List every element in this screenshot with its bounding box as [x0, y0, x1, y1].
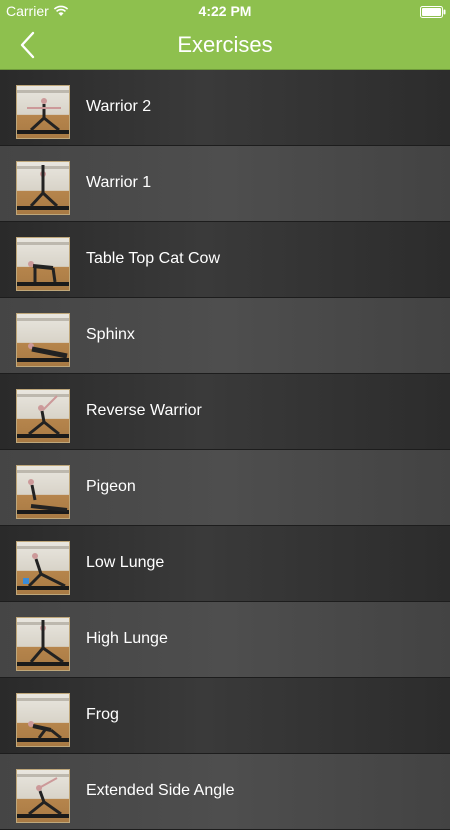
exercise-name: Low Lunge — [86, 554, 165, 571]
exercise-name: Sphinx — [86, 326, 135, 343]
exercise-row[interactable]: Frog — [0, 678, 450, 754]
exercise-row[interactable]: Extended Side Angle — [0, 754, 450, 830]
battery-icon — [420, 5, 446, 18]
exercise-row[interactable]: Pigeon — [0, 450, 450, 526]
exercise-row[interactable]: Low Lunge — [0, 526, 450, 602]
exercise-name: High Lunge — [86, 630, 168, 647]
exercise-thumbnail — [16, 237, 70, 291]
page-title: Exercises — [177, 32, 273, 57]
exercise-name: Warrior 1 — [86, 174, 152, 191]
exercise-thumbnail — [16, 313, 70, 367]
exercise-name: Extended Side Angle — [86, 782, 235, 799]
exercise-name: Warrior 2 — [86, 98, 152, 115]
exercise-row[interactable]: Sphinx — [0, 298, 450, 374]
exercise-thumbnail — [16, 389, 70, 443]
exercise-name: Pigeon — [86, 478, 136, 495]
exercise-row[interactable]: High Lunge — [0, 602, 450, 678]
exercise-list: Warrior 2 Warrior 1 Table Top Cat Cow Sphin… — [0, 70, 450, 830]
exercise-thumbnail — [16, 617, 70, 671]
exercise-row[interactable]: Warrior 2 — [0, 70, 450, 146]
exercise-row[interactable]: Table Top Cat Cow — [0, 222, 450, 298]
exercise-row[interactable]: Warrior 1 — [0, 146, 450, 222]
exercise-thumbnail — [16, 85, 70, 139]
exercise-name: Reverse Warrior — [86, 402, 202, 419]
exercise-thumbnail — [16, 465, 70, 519]
exercise-row[interactable]: Reverse Warrior — [0, 374, 450, 450]
exercise-thumbnail — [16, 769, 70, 823]
exercise-thumbnail — [16, 541, 70, 595]
exercise-thumbnail — [16, 693, 70, 747]
exercise-thumbnail — [16, 161, 70, 215]
navigation-bar: Exercises — [0, 22, 450, 70]
exercise-name: Frog — [86, 706, 119, 723]
exercise-name: Table Top Cat Cow — [86, 250, 220, 267]
status-time: 4:22 PM — [198, 3, 252, 19]
status-bar: Carrier 4:22 PM — [0, 0, 450, 22]
